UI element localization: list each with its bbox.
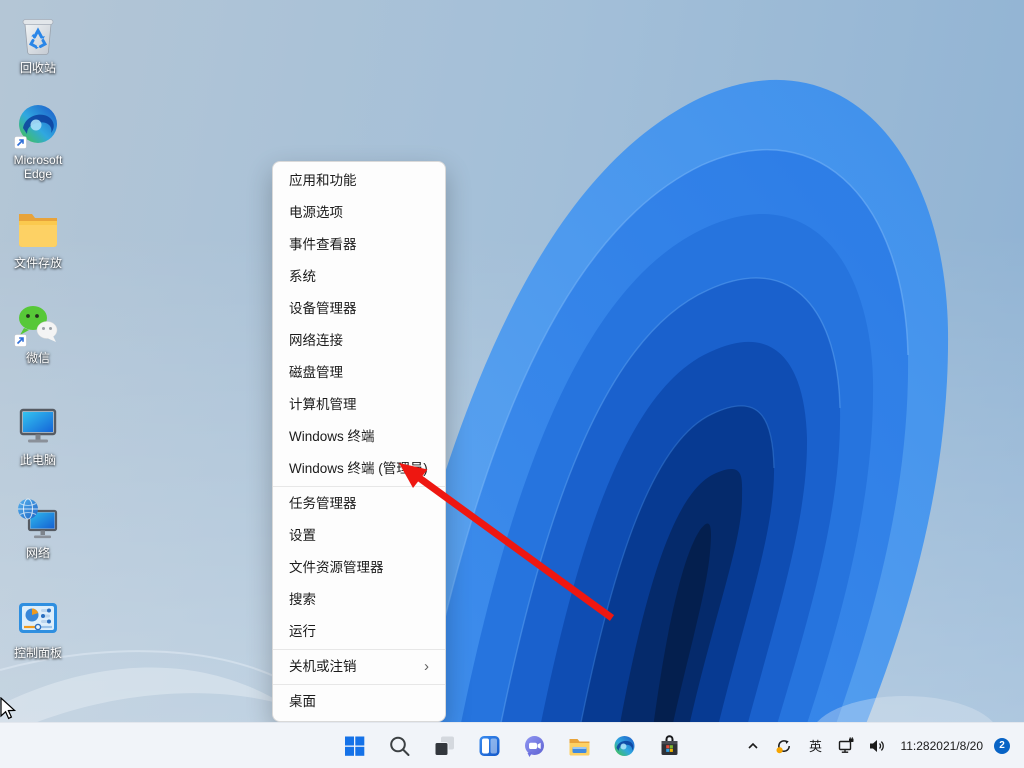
menu-item-windows-terminal-admin[interactable]: Windows 终端 (管理员) [273, 453, 445, 485]
widgets-icon [479, 735, 500, 756]
widgets-button[interactable] [470, 726, 510, 766]
store-button[interactable] [650, 726, 690, 766]
menu-item-disk-management[interactable]: 磁盘管理 [273, 357, 445, 389]
menu-separator [273, 684, 445, 685]
network-globe-monitor-icon [13, 493, 63, 543]
menu-item-search[interactable]: 搜索 [273, 584, 445, 616]
menu-item-computer-management[interactable]: 计算机管理 [273, 389, 445, 421]
desktop-icon-label: 微信 [25, 351, 50, 365]
chevron-up-icon [748, 742, 759, 749]
clock-date: 2021/8/20 [929, 738, 983, 753]
menu-item-settings[interactable]: 设置 [273, 520, 445, 552]
shortcut-arrow-icon [14, 136, 27, 149]
task-view-icon [434, 736, 454, 756]
task-view-button[interactable] [425, 726, 465, 766]
edge-taskbar-button[interactable] [605, 726, 645, 766]
start-button[interactable] [335, 726, 375, 766]
shortcut-arrow-icon [14, 334, 27, 347]
menu-item-apps-features[interactable]: 应用和功能 [273, 165, 445, 197]
monitor-icon [13, 400, 63, 450]
control-panel-icon [13, 593, 63, 643]
submenu-chevron-icon: › [424, 658, 429, 675]
winx-context-menu: 应用和功能 电源选项 事件查看器 系统 设备管理器 网络连接 磁盘管理 计算机管… [272, 161, 446, 722]
desktop-icon-control-panel[interactable]: 控制面板 [0, 593, 76, 660]
desktop-icon-label: 文件存放 [13, 256, 62, 270]
file-explorer-button[interactable] [560, 726, 600, 766]
ime-indicator[interactable]: 英 [803, 728, 827, 764]
desktop-icon-file-folder[interactable]: 文件存放 [0, 203, 76, 270]
menu-item-event-viewer[interactable]: 事件查看器 [273, 229, 445, 261]
menu-item-task-manager[interactable]: 任务管理器 [273, 488, 445, 520]
search-button[interactable] [380, 726, 420, 766]
desktop-icon-label: Microsoft Edge [13, 153, 63, 181]
search-icon [390, 736, 410, 756]
folder-icon [13, 203, 63, 253]
edge-desktop-icon [13, 100, 63, 150]
file-explorer-icon [569, 738, 590, 755]
volume-icon [870, 739, 885, 752]
network-tray-button[interactable] [834, 728, 858, 764]
desktop-icon-this-pc[interactable]: 此电脑 [0, 400, 76, 467]
network-tray-icon [838, 736, 854, 753]
menu-item-power-options[interactable]: 电源选项 [273, 197, 445, 229]
menu-item-desktop[interactable]: 桌面 [273, 686, 445, 718]
desktop-icon-wechat[interactable]: 微信 [0, 298, 76, 365]
desktop-icon-network[interactable]: 网络 [0, 493, 76, 560]
desktop-icon-recycle-bin[interactable]: 回收站 [0, 8, 76, 75]
menu-item-run[interactable]: 运行 [273, 616, 445, 648]
menu-item-file-explorer[interactable]: 文件资源管理器 [273, 552, 445, 584]
system-tray: 英 11:28 2021/8/20 2 [741, 723, 1010, 768]
menu-item-system[interactable]: 系统 [273, 261, 445, 293]
hidden-icons-button[interactable] [741, 728, 765, 764]
menu-item-shutdown-signout[interactable]: 关机或注销 › [273, 651, 445, 683]
desktop-icon-edge[interactable]: Microsoft Edge [0, 100, 76, 181]
windows-update-tray-button[interactable] [772, 728, 796, 764]
desktop-icon-label: 网络 [25, 546, 50, 560]
chat-button[interactable] [515, 726, 555, 766]
menu-separator [273, 649, 445, 650]
menu-item-network-connections[interactable]: 网络连接 [273, 325, 445, 357]
start-icon [345, 736, 365, 756]
menu-separator [273, 486, 445, 487]
clock[interactable]: 11:28 2021/8/20 [896, 728, 987, 764]
chat-icon [525, 735, 544, 757]
menu-item-windows-terminal[interactable]: Windows 终端 [273, 421, 445, 453]
menu-item-device-manager[interactable]: 设备管理器 [273, 293, 445, 325]
wallpaper-bloom [0, 79, 1000, 768]
wechat-icon [13, 298, 63, 348]
desktop-icon-label: 控制面板 [13, 646, 62, 660]
taskbar: 英 11:28 2021/8/20 2 [0, 722, 1024, 768]
desktop-icon-label: 此电脑 [19, 453, 56, 467]
recycle-bin-icon [13, 8, 63, 58]
taskbar-center-buttons [335, 723, 690, 768]
notification-badge[interactable]: 2 [994, 737, 1010, 754]
volume-tray-button[interactable] [865, 728, 889, 764]
desktop-icon-label: 回收站 [19, 61, 56, 75]
store-icon [661, 734, 678, 755]
clock-time: 11:28 [900, 738, 930, 753]
update-pending-icon [776, 739, 791, 753]
edge-icon [614, 735, 635, 756]
